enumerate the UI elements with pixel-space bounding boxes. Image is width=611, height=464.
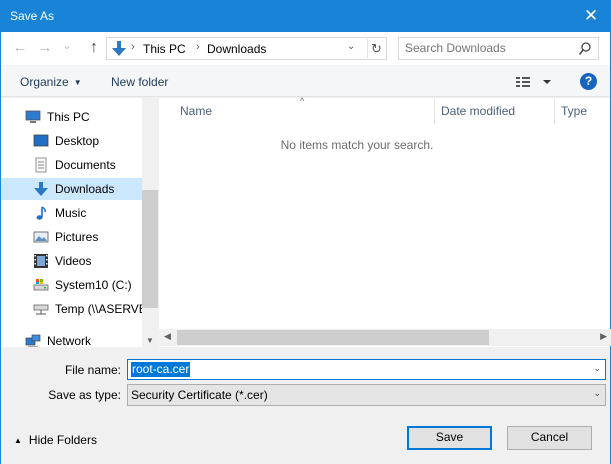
- hide-folders-label: Hide Folders: [28, 433, 97, 447]
- hide-folders-button[interactable]: ▲ Hide Folders: [14, 433, 97, 447]
- search-icon[interactable]: [579, 42, 591, 56]
- change-view-icon[interactable]: [515, 74, 551, 90]
- drive-icon: [33, 279, 49, 291]
- file-list: ^ Name Date modified Type No items match…: [158, 96, 611, 347]
- column-header-label: Date modified: [441, 104, 516, 118]
- scroll-down-icon[interactable]: ▼: [142, 336, 158, 345]
- tree-item-label: Network: [47, 334, 92, 347]
- column-header-label: Name: [180, 104, 213, 118]
- tree-item-label: Videos: [55, 254, 92, 268]
- search-input[interactable]: [405, 41, 575, 55]
- tree-item-pictures[interactable]: Pictures: [1, 226, 142, 248]
- column-header-label: Type: [561, 104, 588, 118]
- tree-item-label: Temp (\\ASERVE: [55, 302, 147, 316]
- breadcrumb-downloads[interactable]: Downloads: [207, 42, 266, 56]
- pictures-icon: [33, 231, 49, 243]
- save-as-dialog: Save As ✕ ← → ⌄ ↑ › This PC › Downloads …: [0, 0, 611, 464]
- empty-message: No items match your search.: [280, 138, 434, 152]
- organize-label: Organize: [20, 75, 69, 89]
- scrollbar-thumb[interactable]: [142, 190, 158, 308]
- tree-item-desktop[interactable]: Desktop: [1, 130, 142, 152]
- tree-item-label: Pictures: [55, 230, 99, 244]
- up-folder-icon[interactable]: ↑: [84, 38, 104, 58]
- cancel-button[interactable]: Cancel: [507, 426, 592, 450]
- documents-icon: [35, 157, 47, 173]
- chevron-down-icon[interactable]: ⌄: [593, 388, 601, 399]
- save-button[interactable]: Save: [407, 426, 492, 450]
- tree-item-downloads[interactable]: Downloads: [1, 178, 142, 200]
- tree-item-music[interactable]: Music: [1, 202, 142, 224]
- save-as-type-value: Security Certificate (*.cer): [131, 388, 268, 402]
- caret-down-icon: ▼: [73, 78, 82, 87]
- network-drive-icon: [33, 304, 49, 315]
- tree-item-network[interactable]: Network: [1, 330, 142, 347]
- breadcrumb-separator-icon: ›: [131, 41, 135, 53]
- navigation-scrollbar[interactable]: ▼: [142, 98, 158, 347]
- tree-item-label: This PC: [47, 110, 90, 124]
- forward-icon[interactable]: →: [35, 38, 55, 58]
- file-name-value[interactable]: root-ca.cer: [131, 362, 191, 377]
- help-icon[interactable]: ?: [580, 73, 597, 90]
- file-name-label: File name:: [64, 363, 121, 377]
- navigation-pane: This PC Desktop Documents Downloads Musi…: [1, 98, 158, 347]
- network-icon: [25, 334, 41, 347]
- address-bar[interactable]: › This PC › Downloads ⌄ ↻: [106, 37, 387, 60]
- save-as-type-select[interactable]: Security Certificate (*.cer) ⌄: [127, 384, 606, 406]
- breadcrumb-separator-icon: ›: [196, 41, 200, 53]
- refresh-icon[interactable]: ↻: [367, 39, 385, 58]
- caret-up-icon: ▲: [14, 436, 22, 445]
- address-row: ← → ⌄ ↑ › This PC › Downloads ⌄ ↻: [1, 32, 610, 65]
- command-bar: Organize ▼ New folder ?: [1, 65, 610, 97]
- this-pc-icon: [25, 110, 41, 123]
- file-name-field[interactable]: root-ca.cer ⌄: [127, 359, 606, 380]
- downloads-location-icon: [112, 41, 126, 56]
- downloads-icon: [34, 182, 48, 196]
- column-header-name[interactable]: Name: [159, 98, 434, 124]
- tree-item-label: Documents: [55, 158, 116, 172]
- window-title: Save As: [10, 9, 55, 23]
- scrollbar-thumb[interactable]: [177, 330, 489, 345]
- music-icon: [36, 206, 46, 220]
- tree-item-this-pc[interactable]: This PC: [1, 106, 142, 128]
- tree-item-label: Downloads: [55, 182, 115, 196]
- tree-item-temp-network-drive[interactable]: Temp (\\ASERVE: [1, 298, 147, 320]
- tree-item-system-drive[interactable]: System10 (C:): [1, 274, 142, 296]
- tree-item-label: System10 (C:): [55, 278, 132, 292]
- save-as-type-label: Save as type:: [48, 388, 121, 402]
- search-box: [398, 37, 599, 60]
- recent-locations-icon[interactable]: ⌄: [57, 36, 77, 56]
- organize-button[interactable]: Organize ▼: [20, 75, 82, 89]
- breadcrumb-this-pc[interactable]: This PC: [143, 42, 186, 56]
- chevron-down-icon[interactable]: ⌄: [347, 41, 361, 52]
- close-icon[interactable]: ✕: [572, 1, 610, 32]
- chevron-down-icon[interactable]: ⌄: [593, 363, 601, 374]
- desktop-icon: [33, 134, 49, 147]
- tree-item-label: Music: [55, 206, 87, 220]
- column-header-type[interactable]: Type: [555, 98, 611, 124]
- new-folder-button[interactable]: New folder: [111, 75, 168, 89]
- videos-icon: [34, 254, 48, 268]
- scroll-left-icon[interactable]: ◀: [164, 331, 171, 342]
- tree-item-documents[interactable]: Documents: [1, 154, 142, 176]
- scroll-right-icon[interactable]: ▶: [600, 331, 607, 342]
- back-icon[interactable]: ←: [10, 38, 30, 58]
- tree-item-videos[interactable]: Videos: [1, 250, 142, 272]
- save-form: File name: root-ca.cer ⌄ Save as type: S…: [1, 347, 610, 464]
- title-bar: Save As ✕: [1, 1, 610, 32]
- horizontal-scrollbar[interactable]: ◀ ▶: [159, 329, 611, 346]
- tree-item-label: Desktop: [55, 134, 100, 148]
- column-header-date-modified[interactable]: Date modified: [435, 98, 554, 124]
